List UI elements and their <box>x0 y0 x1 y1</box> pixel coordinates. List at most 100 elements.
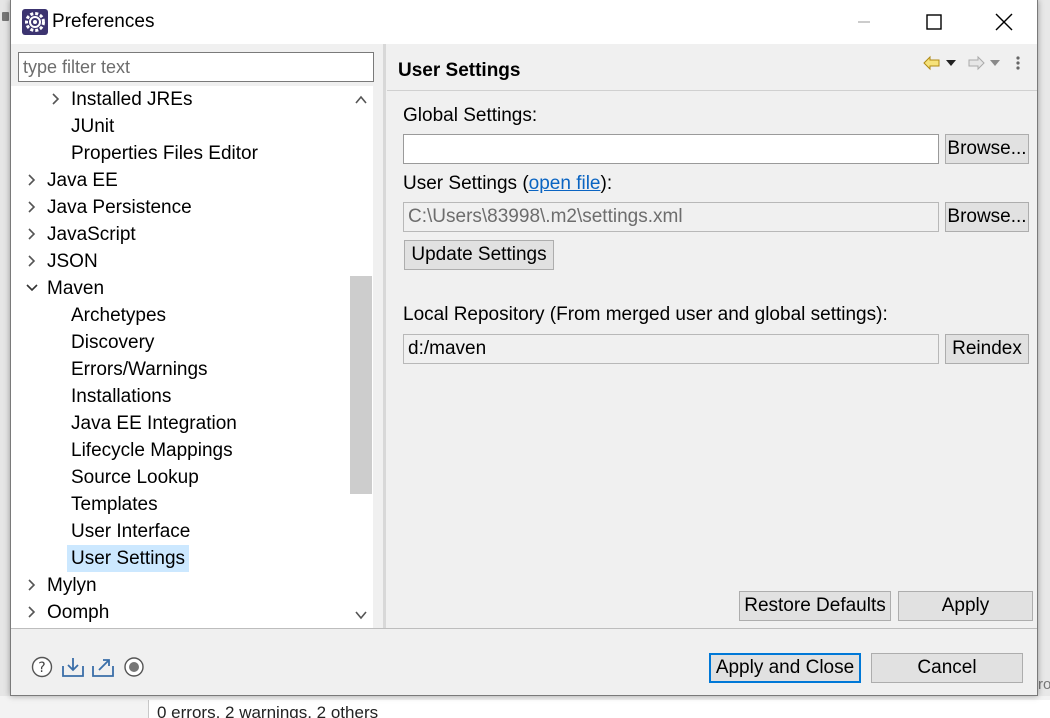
tree-item-oomph[interactable]: Oomph <box>28 599 113 626</box>
reindex-button[interactable]: Reindex <box>945 334 1029 364</box>
tree-item-java-persistence[interactable]: Java Persistence <box>28 194 196 221</box>
user-browse-button[interactable]: Browse... <box>945 202 1029 232</box>
tree-item-label: User Settings <box>71 548 186 569</box>
minimize-icon <box>858 21 870 23</box>
import-icon[interactable] <box>61 656 85 680</box>
tree-item-label: Errors/Warnings <box>71 359 208 380</box>
update-settings-button[interactable]: Update Settings <box>404 240 554 270</box>
tree-item-label: User Interface <box>71 521 191 542</box>
tree-item-user-interface[interactable]: User Interface <box>67 518 194 545</box>
eclipse-gear-icon <box>22 9 48 35</box>
tree-item-maven[interactable]: Maven <box>26 275 108 302</box>
tree-item-errors-warnings[interactable]: Errors/Warnings <box>67 356 212 383</box>
cancel-button[interactable]: Cancel <box>871 653 1023 683</box>
background-problems-summary: 0 errors, 2 warnings, 2 others <box>148 700 1050 718</box>
chevron-right-icon <box>28 228 36 240</box>
apply-button[interactable]: Apply <box>898 591 1033 621</box>
tree-item-label: Discovery <box>71 332 155 353</box>
page-header-separator <box>387 90 1037 91</box>
tree-item-mylyn[interactable]: Mylyn <box>28 572 101 599</box>
tree-item-discovery[interactable]: Discovery <box>67 329 158 356</box>
tree-item-user-settings[interactable]: User Settings <box>67 545 190 572</box>
tree-item-label: Lifecycle Mappings <box>71 440 233 461</box>
tree-item-java-ee-integration[interactable]: Java EE Integration <box>67 410 241 437</box>
tree-item-label: Java EE <box>47 170 118 191</box>
forward-menu-chevron-icon[interactable] <box>989 59 1001 67</box>
tree-scrollbar[interactable] <box>349 86 373 628</box>
local-repository-field[interactable]: d:/maven <box>403 334 939 364</box>
tree-item-lifecycle-mappings[interactable]: Lifecycle Mappings <box>67 437 237 464</box>
minimize-button[interactable] <box>829 0 899 44</box>
tree-item-json[interactable]: JSON <box>28 248 102 275</box>
record-icon[interactable] <box>123 656 147 680</box>
global-settings-label: Global Settings: <box>403 105 538 126</box>
tree-item-source-lookup[interactable]: Source Lookup <box>67 464 203 491</box>
tree-item-templates[interactable]: Templates <box>67 491 162 518</box>
scrollbar-thumb[interactable] <box>350 276 372 494</box>
preference-tree[interactable]: Installed JREs JUnit Properties Files Ed… <box>11 86 349 628</box>
tree-item-label: Archetypes <box>71 305 167 326</box>
chevron-right-icon <box>28 606 36 618</box>
tree-item-label: Installations <box>71 386 172 407</box>
open-file-link[interactable]: open file <box>529 173 601 194</box>
chevron-right-icon <box>28 255 36 267</box>
tree-item-javascript[interactable]: JavaScript <box>28 221 140 248</box>
help-icon[interactable]: ? <box>31 656 55 680</box>
maximize-button[interactable] <box>899 0 969 44</box>
forward-arrow-icon[interactable] <box>967 55 985 71</box>
chevron-right-icon <box>28 579 36 591</box>
footer-separator <box>11 628 1037 629</box>
background-window-text: ro <box>1038 676 1050 693</box>
page-header: User Settings <box>387 44 1037 90</box>
preferences-dialog: Preferences Installed JREs JUnit Propert… <box>10 0 1038 696</box>
apply-and-close-button[interactable]: Apply and Close <box>709 653 861 683</box>
background-window-edge-right: ro <box>1036 0 1050 718</box>
user-settings-label-prefix: User Settings ( <box>403 173 529 194</box>
global-settings-field[interactable] <box>403 134 939 164</box>
close-button[interactable] <box>969 0 1039 44</box>
svg-text:?: ? <box>38 660 45 676</box>
tree-item-label: JSON <box>47 251 98 272</box>
close-icon <box>995 13 1013 31</box>
filter-input[interactable] <box>18 52 374 82</box>
tree-item-java-ee[interactable]: Java EE <box>28 167 122 194</box>
more-vertical-icon[interactable] <box>1015 55 1021 71</box>
background-window-icon <box>2 12 9 21</box>
tree-item-label: Properties Files Editor <box>71 143 258 164</box>
chevron-right-icon <box>28 201 36 213</box>
chevron-down-icon <box>26 284 38 292</box>
page-navigation <box>923 55 1033 73</box>
tree-item-label: Mylyn <box>47 575 97 596</box>
tree-item-label: Source Lookup <box>71 467 199 488</box>
export-icon[interactable] <box>91 656 115 680</box>
title-bar[interactable]: Preferences <box>11 0 1037 44</box>
tree-item-label: JUnit <box>71 116 115 137</box>
tree-item-label: JavaScript <box>47 224 136 245</box>
local-repository-label: Local Repository (From merged user and g… <box>403 304 888 325</box>
restore-defaults-button[interactable]: Restore Defaults <box>739 591 891 621</box>
user-settings-label-suffix: ): <box>600 173 613 194</box>
back-arrow-icon[interactable] <box>923 55 941 71</box>
chevron-right-icon <box>52 93 60 105</box>
maximize-icon <box>926 14 942 30</box>
tree-item-properties-files-editor[interactable]: Properties Files Editor <box>67 140 262 167</box>
user-settings-label: User Settings (open file): <box>403 173 612 195</box>
tree-item-label: Oomph <box>47 602 110 623</box>
tree-item-label: Java Persistence <box>47 197 192 218</box>
tree-item-label: Templates <box>71 494 158 515</box>
user-settings-field[interactable]: C:\Users\83998\.m2\settings.xml <box>403 202 939 232</box>
tree-item-junit[interactable]: JUnit <box>67 113 118 140</box>
chevron-right-icon <box>28 174 36 186</box>
window-title: Preferences <box>52 11 155 32</box>
page-title: User Settings <box>398 60 521 81</box>
tree-item-label: Java EE Integration <box>71 413 237 434</box>
global-browse-button[interactable]: Browse... <box>945 134 1029 164</box>
tree-item-label: Installed JREs <box>71 89 193 110</box>
tree-item-installed-jres[interactable]: Installed JREs <box>52 86 196 113</box>
scroll-up-icon[interactable] <box>354 93 368 107</box>
back-menu-chevron-icon[interactable] <box>945 59 957 67</box>
tree-item-archetypes[interactable]: Archetypes <box>67 302 170 329</box>
scroll-down-icon[interactable] <box>354 608 368 622</box>
pane-divider[interactable] <box>383 44 386 628</box>
tree-item-installations[interactable]: Installations <box>67 383 175 410</box>
